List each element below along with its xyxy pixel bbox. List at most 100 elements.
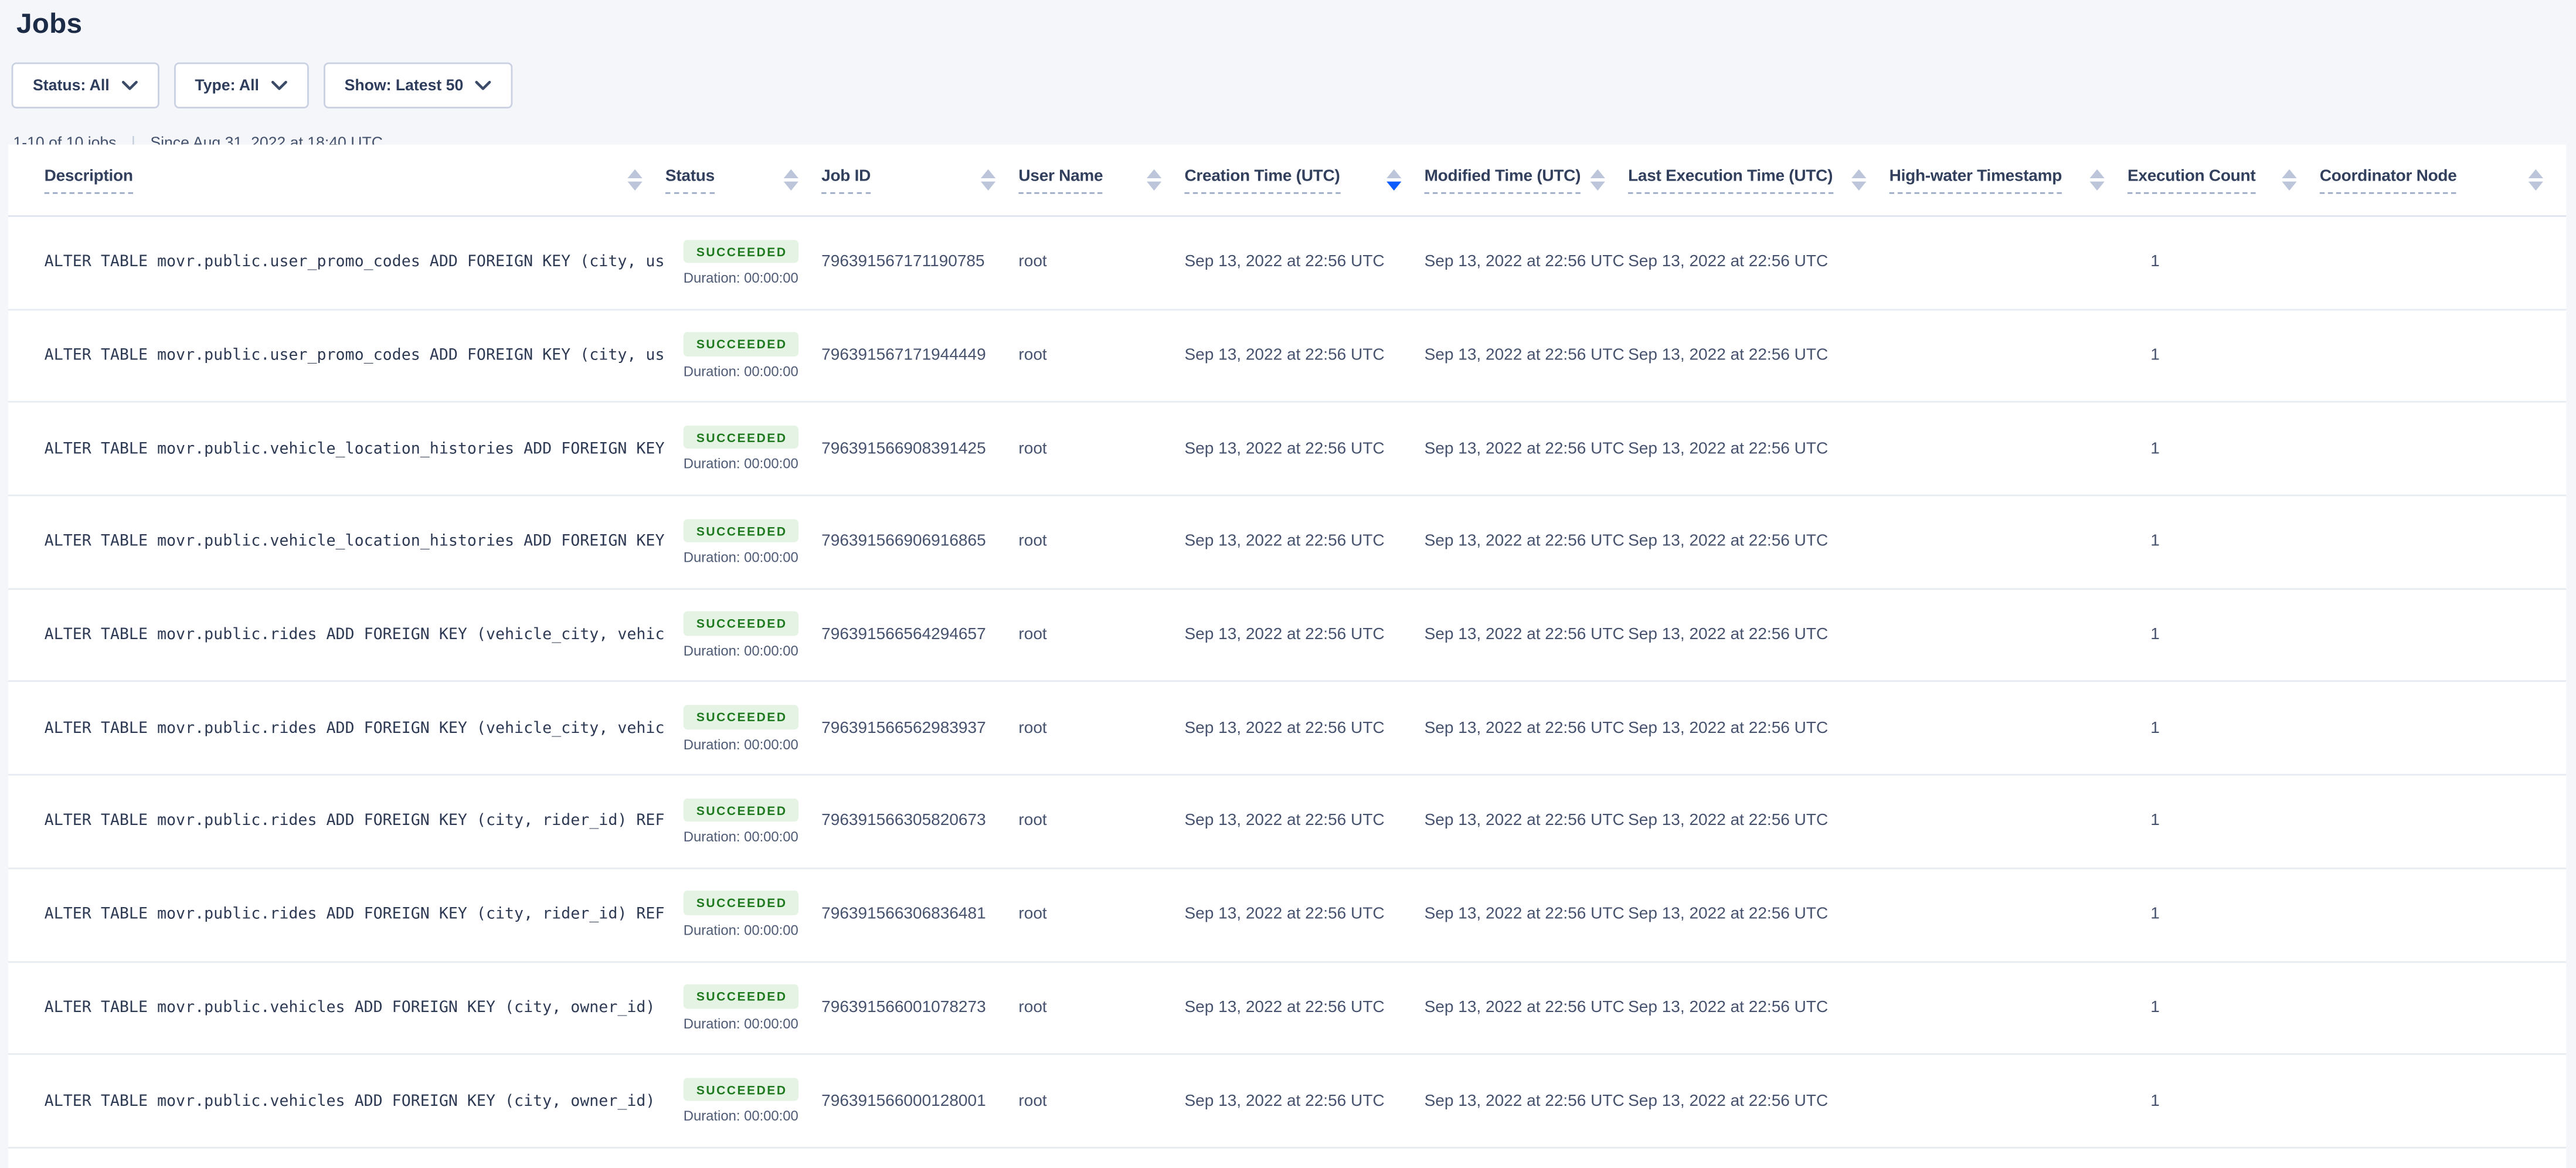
- column-header-execution-count[interactable]: Execution Count: [2128, 145, 2320, 215]
- table-row: ALTER TABLE movr.public.user_promo_codes…: [8, 217, 2566, 310]
- show-filter-dropdown[interactable]: Show: Latest 50: [323, 62, 512, 108]
- job-duration: Duration: 00:00:00: [684, 735, 798, 752]
- jobs-page: Jobs Status: All Type: All Show: Latest …: [0, 0, 2576, 1155]
- creation-time-cell: Sep 13, 2022 at 22:56 UTC: [1184, 254, 1424, 272]
- execution-count-cell: 1: [2128, 999, 2320, 1017]
- column-header-creation-time[interactable]: Creation Time (UTC): [1184, 145, 1424, 215]
- job-id-cell: 796391566908391425: [821, 440, 1018, 458]
- chevron-down-icon: [475, 80, 491, 90]
- last-execution-time-cell: Sep 13, 2022 at 22:56 UTC: [1628, 347, 1889, 365]
- filter-bar: Status: All Type: All Show: Latest 50: [12, 62, 2576, 108]
- modified-time-cell: Sep 13, 2022 at 22:56 UTC: [1425, 533, 1628, 551]
- last-execution-time-cell: Sep 13, 2022 at 22:56 UTC: [1628, 906, 1889, 924]
- job-description: ALTER TABLE movr.public.rides ADD FOREIG…: [45, 626, 665, 644]
- column-header-modified-time[interactable]: Modified Time (UTC): [1425, 145, 1628, 215]
- job-id-cell: 796391566305820673: [821, 813, 1018, 831]
- creation-time-cell: Sep 13, 2022 at 22:56 UTC: [1184, 813, 1424, 831]
- creation-time-cell: Sep 13, 2022 at 22:56 UTC: [1184, 440, 1424, 458]
- sort-icon[interactable]: [1386, 169, 1401, 191]
- job-description-cell: ALTER TABLE movr.public.vehicles ADD FOR…: [8, 1092, 665, 1110]
- job-description-cell: ALTER TABLE movr.public.user_promo_codes…: [8, 347, 665, 365]
- type-filter-label: Type: All: [195, 76, 259, 94]
- column-header-high-water-timestamp[interactable]: High-water Timestamp: [1889, 145, 2128, 215]
- last-execution-time-cell: Sep 13, 2022 at 22:56 UTC: [1628, 719, 1889, 738]
- column-header-user-name[interactable]: User Name: [1018, 145, 1184, 215]
- modified-time-cell: Sep 13, 2022 at 22:56 UTC: [1425, 906, 1628, 924]
- status-badge: SUCCEEDED: [683, 798, 798, 822]
- user-name-cell: root: [1018, 626, 1184, 644]
- execution-count-cell: 1: [2128, 906, 2320, 924]
- status-filter-dropdown[interactable]: Status: All: [12, 62, 159, 108]
- job-description: ALTER TABLE movr.public.vehicles ADD FOR…: [45, 1092, 665, 1110]
- job-status-cell: SUCCEEDED Duration: 00:00:00: [665, 332, 821, 379]
- job-status-cell: SUCCEEDED Duration: 00:00:00: [665, 426, 821, 473]
- sort-icon[interactable]: [1851, 169, 1866, 191]
- status-badge: SUCCEEDED: [683, 239, 798, 263]
- table-row: ALTER TABLE movr.public.vehicles ADD FOR…: [8, 1055, 2566, 1149]
- table-row: ALTER TABLE movr.public.rides ADD FOREIG…: [8, 869, 2566, 962]
- sort-icon[interactable]: [2090, 169, 2105, 191]
- table-row: ALTER TABLE movr.public.vehicle_location…: [8, 496, 2566, 589]
- page-title: Jobs: [0, 0, 2576, 41]
- execution-count-cell: 1: [2128, 1092, 2320, 1110]
- job-duration: Duration: 00:00:00: [684, 549, 798, 565]
- user-name-cell: root: [1018, 533, 1184, 551]
- status-badge: SUCCEEDED: [683, 519, 798, 543]
- user-name-cell: root: [1018, 719, 1184, 738]
- column-header-status[interactable]: Status: [665, 145, 821, 215]
- jobs-table: Description Status Job ID User Name Crea…: [8, 145, 2566, 1168]
- job-duration: Duration: 00:00:00: [684, 829, 798, 845]
- job-status-cell: SUCCEEDED Duration: 00:00:00: [665, 1078, 821, 1125]
- sort-icon[interactable]: [2529, 169, 2543, 191]
- last-execution-time-cell: Sep 13, 2022 at 22:56 UTC: [1628, 440, 1889, 458]
- job-status-cell: SUCCEEDED Duration: 00:00:00: [665, 984, 821, 1031]
- sort-icon[interactable]: [1147, 169, 1161, 191]
- sort-icon[interactable]: [784, 169, 798, 191]
- status-badge: SUCCEEDED: [683, 426, 798, 450]
- modified-time-cell: Sep 13, 2022 at 22:56 UTC: [1425, 626, 1628, 644]
- job-duration: Duration: 00:00:00: [684, 1015, 798, 1031]
- status-filter-label: Status: All: [33, 76, 110, 94]
- execution-count-cell: 1: [2128, 813, 2320, 831]
- job-id-cell: 796391566306836481: [821, 906, 1018, 924]
- job-description: ALTER TABLE movr.public.vehicles ADD FOR…: [45, 999, 665, 1017]
- job-description-cell: ALTER TABLE movr.public.rides ADD FOREIG…: [8, 906, 665, 924]
- job-description-cell: ALTER TABLE movr.public.vehicle_location…: [8, 533, 665, 551]
- user-name-cell: root: [1018, 1092, 1184, 1110]
- chevron-down-icon: [271, 80, 287, 90]
- creation-time-cell: Sep 13, 2022 at 22:56 UTC: [1184, 533, 1424, 551]
- column-header-job-id[interactable]: Job ID: [821, 145, 1018, 215]
- status-badge: SUCCEEDED: [683, 984, 798, 1009]
- sort-icon[interactable]: [1591, 169, 1605, 191]
- execution-count-cell: 1: [2128, 440, 2320, 458]
- show-filter-label: Show: Latest 50: [345, 76, 464, 94]
- last-execution-time-cell: Sep 13, 2022 at 22:56 UTC: [1628, 626, 1889, 644]
- status-badge: SUCCEEDED: [683, 1078, 798, 1102]
- execution-count-cell: 1: [2128, 347, 2320, 365]
- column-header-coordinator-node[interactable]: Coordinator Node: [2320, 145, 2566, 215]
- column-header-description[interactable]: Description: [8, 145, 665, 215]
- last-execution-time-cell: Sep 13, 2022 at 22:56 UTC: [1628, 813, 1889, 831]
- last-execution-time-cell: Sep 13, 2022 at 22:56 UTC: [1628, 999, 1889, 1017]
- user-name-cell: root: [1018, 906, 1184, 924]
- job-description: ALTER TABLE movr.public.rides ADD FOREIG…: [45, 719, 665, 738]
- column-header-last-execution-time[interactable]: Last Execution Time (UTC): [1628, 145, 1889, 215]
- job-description-cell: ALTER TABLE movr.public.rides ADD FOREIG…: [8, 719, 665, 738]
- job-description: ALTER TABLE movr.public.rides ADD FOREIG…: [45, 813, 665, 831]
- user-name-cell: root: [1018, 999, 1184, 1017]
- sort-icon[interactable]: [2282, 169, 2296, 191]
- job-status-cell: SUCCEEDED Duration: 00:00:00: [665, 519, 821, 566]
- sort-icon[interactable]: [981, 169, 995, 191]
- job-status-cell: SUCCEEDED Duration: 00:00:00: [665, 612, 821, 658]
- type-filter-dropdown[interactable]: Type: All: [174, 62, 308, 108]
- creation-time-cell: Sep 13, 2022 at 22:56 UTC: [1184, 719, 1424, 738]
- creation-time-cell: Sep 13, 2022 at 22:56 UTC: [1184, 906, 1424, 924]
- user-name-cell: root: [1018, 440, 1184, 458]
- table-row: ALTER TABLE movr.public.vehicles ADD FOR…: [8, 962, 2566, 1055]
- table-row: ALTER TABLE movr.public.user_promo_codes…: [8, 310, 2566, 403]
- sort-icon[interactable]: [627, 169, 642, 191]
- job-id-cell: 796391567171190785: [821, 254, 1018, 272]
- last-execution-time-cell: Sep 13, 2022 at 22:56 UTC: [1628, 533, 1889, 551]
- user-name-cell: root: [1018, 347, 1184, 365]
- creation-time-cell: Sep 13, 2022 at 22:56 UTC: [1184, 999, 1424, 1017]
